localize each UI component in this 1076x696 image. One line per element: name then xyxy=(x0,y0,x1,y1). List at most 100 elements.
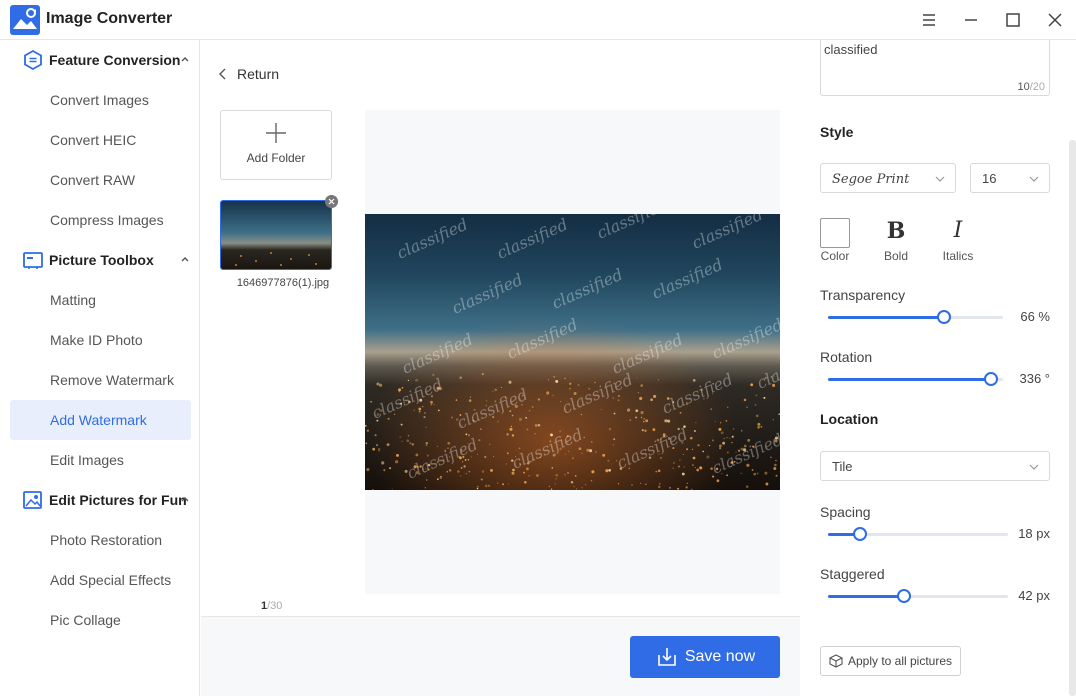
chevron-down-icon xyxy=(935,176,945,182)
chevron-left-icon xyxy=(219,68,226,80)
bold-icon: B xyxy=(886,218,906,244)
bold-button[interactable]: B Bold xyxy=(871,216,921,266)
slider-knob[interactable] xyxy=(984,372,999,386)
sidebar-section-label: Picture Toolbox xyxy=(49,252,154,268)
app-title: Image Converter xyxy=(46,10,173,27)
chevron-up-icon xyxy=(181,57,189,62)
page-counter: 1/30 xyxy=(261,600,282,612)
sidebar-item-pic-collage[interactable]: Pic Collage xyxy=(10,600,191,640)
spacing-label: Spacing xyxy=(820,504,871,520)
sidebar-item-add-special-effects[interactable]: Add Special Effects xyxy=(10,560,191,600)
sidebar-item-convert-heic[interactable]: Convert HEIC xyxy=(10,120,191,160)
color-button[interactable]: Color xyxy=(810,216,860,266)
file-name: 1646977876(1).jpg xyxy=(236,277,330,289)
char-counter: 10/20 xyxy=(1017,81,1045,93)
sidebar-section-label: Feature Conversion xyxy=(49,52,181,68)
transparency-value: 66 % xyxy=(1020,309,1050,324)
maximize-icon[interactable] xyxy=(1003,10,1023,30)
title-bar: Image Converter xyxy=(0,0,1076,40)
preview-image: classified classified classified classified… xyxy=(365,214,780,490)
return-button[interactable]: Return xyxy=(219,66,279,82)
rotation-label: Rotation xyxy=(820,349,873,365)
watermark-text-input[interactable]: classified 10/20 xyxy=(820,40,1050,96)
sidebar-item-convert-images[interactable]: Convert Images xyxy=(10,80,191,120)
color-label: Color xyxy=(820,249,850,263)
add-folder-button[interactable]: Add Folder xyxy=(220,110,332,180)
minimize-icon[interactable] xyxy=(961,10,981,30)
slider-fill xyxy=(828,378,992,381)
sidebar-section-label: Edit Pictures for Fun xyxy=(49,492,187,508)
location-select[interactable]: Tile xyxy=(820,451,1050,481)
spacing-value: 18 px xyxy=(1018,526,1050,541)
remove-thumbnail-icon[interactable] xyxy=(325,195,338,208)
slider-knob[interactable] xyxy=(896,589,911,603)
sidebar-item-matting[interactable]: Matting xyxy=(10,280,191,320)
italics-icon: I xyxy=(953,218,963,243)
picture-toolbox-icon xyxy=(23,252,43,269)
panel-scrollbar[interactable] xyxy=(1069,140,1076,696)
preview-photo: classified classified classified classified… xyxy=(365,214,780,490)
italics-label: Italics xyxy=(942,249,974,263)
spacing-slider[interactable] xyxy=(828,527,1008,541)
sidebar-item-convert-raw[interactable]: Convert RAW xyxy=(10,160,191,200)
rotation-slider[interactable] xyxy=(828,372,1003,386)
edit-pictures-icon xyxy=(23,491,42,509)
chevron-down-icon xyxy=(1029,176,1039,182)
style-section-title: Style xyxy=(820,124,854,140)
return-label: Return xyxy=(237,66,280,82)
close-icon[interactable] xyxy=(1045,10,1065,30)
bold-label: Bold xyxy=(883,249,909,263)
char-max: /20 xyxy=(1029,81,1045,93)
feature-conversion-icon xyxy=(24,49,42,71)
staggered-slider[interactable] xyxy=(828,589,1008,603)
rotation-value: 336 ° xyxy=(1019,371,1050,386)
char-count: 10 xyxy=(1017,81,1030,93)
sidebar-section-picture-toolbox[interactable]: Picture Toolbox xyxy=(22,240,198,280)
font-size-select[interactable]: 16 xyxy=(970,163,1050,193)
download-icon xyxy=(658,648,676,666)
slider-fill xyxy=(828,595,904,598)
chevron-up-icon xyxy=(181,257,189,262)
slider-fill xyxy=(828,316,944,319)
sidebar-section-edit-pictures-for-fun[interactable]: Edit Pictures for Fun xyxy=(22,480,198,520)
italics-button[interactable]: I Italics xyxy=(933,216,983,266)
thumbnail-image xyxy=(221,201,331,269)
app-logo-icon xyxy=(10,5,40,35)
menu-icon[interactable] xyxy=(919,10,939,30)
chevron-up-icon xyxy=(181,497,189,502)
main-area: Return Add Folder 1646977876(1).jpg clas… xyxy=(201,40,800,696)
sidebar-item-add-watermark[interactable]: Add Watermark xyxy=(10,400,191,440)
staggered-label: Staggered xyxy=(820,566,885,582)
counter-total: /30 xyxy=(267,600,283,612)
staggered-value: 42 px xyxy=(1018,588,1050,603)
slider-knob[interactable] xyxy=(936,310,951,324)
sidebar-item-remove-watermark[interactable]: Remove Watermark xyxy=(10,360,191,400)
sidebar-item-compress-images[interactable]: Compress Images xyxy=(10,200,191,240)
settings-panel: classified 10/20 Style Segoe Print 16 Co… xyxy=(800,40,1076,696)
transparency-label: Transparency xyxy=(820,287,906,303)
sidebar-item-make-id-photo[interactable]: Make ID Photo xyxy=(10,320,191,360)
slider-knob[interactable] xyxy=(853,527,868,541)
save-now-label: Save now xyxy=(684,648,756,665)
image-thumbnail[interactable] xyxy=(220,200,332,270)
color-swatch xyxy=(820,218,850,248)
apply-to-all-button[interactable]: Apply to all pictures xyxy=(820,646,961,676)
sidebar-section-feature-conversion[interactable]: Feature Conversion xyxy=(22,40,198,80)
watermark-text-value: classified xyxy=(824,42,878,57)
sidebar-item-photo-restoration[interactable]: Photo Restoration xyxy=(10,520,191,560)
location-value: Tile xyxy=(832,459,853,474)
font-size-value: 16 xyxy=(982,171,997,186)
location-section-title: Location xyxy=(820,411,879,427)
font-select[interactable]: Segoe Print xyxy=(820,163,956,193)
apply-to-all-label: Apply to all pictures xyxy=(847,654,953,668)
sidebar-item-edit-images[interactable]: Edit Images xyxy=(10,440,191,480)
font-select-value: Segoe Print xyxy=(832,172,910,187)
cube-icon xyxy=(829,654,843,668)
add-folder-label: Add Folder xyxy=(246,151,306,165)
transparency-slider[interactable] xyxy=(828,310,1003,324)
chevron-down-icon xyxy=(1029,464,1039,470)
sidebar: Feature Conversion Convert Images Conver… xyxy=(0,40,200,696)
app-window: Image Converter Feature Conversion Conve… xyxy=(0,0,1076,696)
save-now-button[interactable]: Save now xyxy=(630,636,780,678)
plus-icon xyxy=(266,123,286,143)
